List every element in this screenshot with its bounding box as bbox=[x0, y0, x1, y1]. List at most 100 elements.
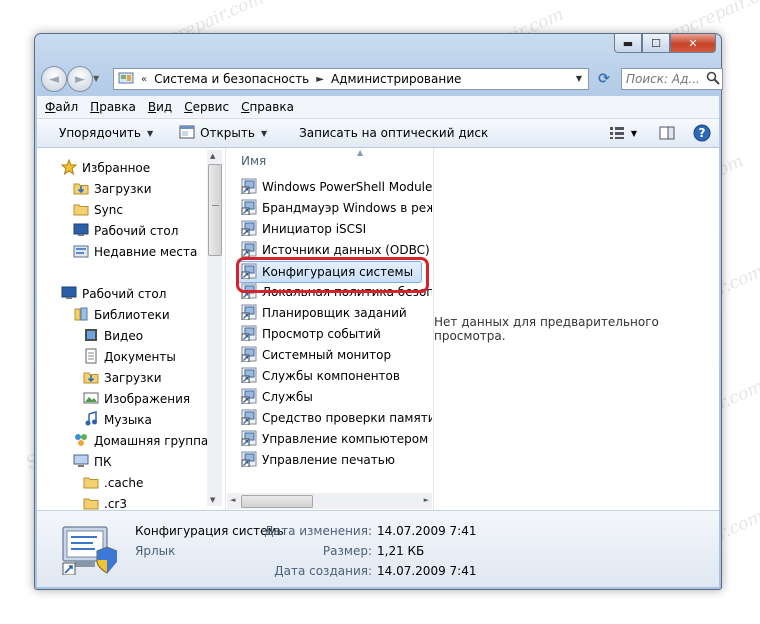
shortcut-icon bbox=[241, 451, 257, 470]
scroll-left-icon[interactable]: ◄ bbox=[230, 496, 235, 504]
nav-item-label: Документы bbox=[104, 350, 176, 364]
file-item-label: Windows PowerShell Modules bbox=[262, 180, 432, 194]
scroll-thumb[interactable] bbox=[241, 495, 313, 508]
nav-scrollbar[interactable]: ▲ ▼ bbox=[207, 150, 222, 506]
scroll-right-icon[interactable]: ► bbox=[424, 496, 429, 504]
search-input[interactable] bbox=[622, 72, 706, 86]
menu-edit[interactable]: Правка bbox=[90, 100, 136, 114]
file-item[interactable]: Просмотр событий bbox=[241, 324, 381, 344]
file-item-label: Средство проверки памяти W bbox=[262, 411, 432, 425]
computer-icon bbox=[73, 453, 89, 472]
chevron-down-icon[interactable]: ▼ bbox=[576, 74, 582, 83]
burn-button[interactable]: Записать на оптический диск bbox=[291, 119, 496, 147]
file-item[interactable]: Windows PowerShell Modules bbox=[241, 177, 432, 197]
file-list: ▲ Имя Windows PowerShell Modules Брандмау… bbox=[227, 148, 432, 510]
chevron-right-icon[interactable]: ► bbox=[316, 74, 324, 85]
maximize-button[interactable]: ☐ bbox=[642, 34, 670, 53]
file-item-label: Источники данных (ODBC) bbox=[262, 243, 430, 257]
file-item[interactable]: Службы компонентов bbox=[241, 366, 400, 386]
nav-item-label: Рабочий стол bbox=[82, 287, 167, 301]
shortcut-icon bbox=[241, 346, 257, 365]
file-item[interactable]: Планировщик заданий bbox=[241, 303, 407, 323]
forward-button[interactable]: ► bbox=[67, 66, 93, 92]
nav-item[interactable]: Библиотеки bbox=[73, 305, 170, 325]
nav-item-label: Загрузки bbox=[94, 182, 152, 196]
nav-item-label: .cr3 bbox=[104, 497, 127, 511]
organize-button[interactable]: Упорядочить ▼ bbox=[37, 119, 161, 147]
nav-item-label: Загрузки bbox=[104, 371, 162, 385]
refresh-icon[interactable]: ⟳ bbox=[593, 68, 615, 90]
help-icon[interactable]: ? bbox=[693, 124, 711, 142]
menu-view[interactable]: Вид bbox=[148, 100, 172, 114]
nav-item[interactable]: ПК bbox=[73, 452, 112, 472]
toolbar-right: ▼ ? bbox=[597, 119, 711, 147]
search-box[interactable] bbox=[621, 68, 723, 90]
file-item[interactable]: Управление печатью bbox=[241, 450, 395, 470]
file-item[interactable]: Средство проверки памяти W bbox=[241, 408, 432, 428]
scroll-thumb[interactable] bbox=[208, 164, 222, 256]
documents-icon bbox=[83, 348, 99, 367]
folder-icon bbox=[83, 474, 99, 493]
shortcut-icon bbox=[241, 178, 257, 197]
shortcut-icon bbox=[241, 430, 257, 449]
libraries-icon bbox=[73, 306, 89, 325]
column-header-name[interactable]: Имя bbox=[241, 154, 266, 168]
nav-item[interactable]: Избранное bbox=[60, 158, 150, 178]
menu-help[interactable]: Справка bbox=[241, 100, 294, 114]
menu-file[interactable]: Файл bbox=[45, 100, 78, 114]
view-options-icon[interactable] bbox=[609, 126, 625, 140]
nav-item[interactable]: Документы bbox=[83, 347, 176, 367]
nav-item[interactable]: Недавние места bbox=[73, 242, 197, 262]
nav-item[interactable]: Sync bbox=[73, 200, 123, 220]
nav-item-label: Недавние места bbox=[94, 245, 198, 259]
pane-splitter[interactable] bbox=[225, 148, 226, 510]
navigation-pane: Избранное Загрузки Sync Рабочий стол Недавни… bbox=[37, 148, 221, 511]
open-button[interactable]: Открыть ▼ bbox=[171, 119, 275, 147]
chevron-down-icon[interactable]: ▼ bbox=[631, 129, 637, 138]
downloads-folder-icon bbox=[83, 369, 99, 388]
video-icon bbox=[83, 327, 99, 346]
file-item[interactable]: Службы bbox=[241, 387, 313, 407]
details-created-label: Дата создания: bbox=[274, 564, 372, 578]
nav-item[interactable]: Загрузки bbox=[83, 368, 162, 388]
details-pane: Конфигурация системы Ярлык Дата изменени… bbox=[37, 510, 719, 587]
nav-item[interactable]: Видео bbox=[83, 326, 143, 346]
back-button[interactable]: ◄ bbox=[41, 66, 67, 92]
file-item-label: Планировщик заданий bbox=[262, 306, 407, 320]
file-item-label: Службы компонентов bbox=[262, 369, 400, 383]
shortcut-icon bbox=[241, 388, 257, 407]
file-list-scrollbar[interactable]: ◄ ► bbox=[227, 493, 432, 509]
scroll-down-icon[interactable]: ▼ bbox=[210, 496, 215, 504]
nav-item-label: Домашняя группа bbox=[94, 434, 209, 448]
nav-item[interactable]: Рабочий стол bbox=[73, 221, 178, 241]
file-item[interactable]: Инициатор iSCSI bbox=[241, 219, 366, 239]
file-item-label: Управление компьютером bbox=[262, 432, 429, 446]
breadcrumb-system-security[interactable]: Система и безопасность bbox=[154, 69, 309, 89]
nav-item[interactable]: Изображения bbox=[83, 389, 190, 409]
search-icon[interactable] bbox=[706, 71, 720, 88]
selection-highlight-annotation bbox=[236, 257, 429, 293]
close-button[interactable]: ✕ bbox=[670, 34, 716, 53]
file-item[interactable]: Брандмауэр Windows в режим bbox=[241, 198, 432, 218]
nav-item-label: Рабочий стол bbox=[94, 224, 179, 238]
breadcrumb-administration[interactable]: Администрирование bbox=[331, 69, 461, 89]
scroll-up-icon[interactable]: ▲ bbox=[210, 152, 215, 160]
nav-item[interactable]: Домашняя группа bbox=[73, 431, 208, 451]
navigation-bar: ◄ ► ▼ « Система и безопасность ► Админис… bbox=[41, 66, 723, 92]
nav-item-label: .cache bbox=[104, 476, 144, 490]
nav-item[interactable]: .cache bbox=[83, 473, 143, 493]
file-item[interactable]: Системный монитор bbox=[241, 345, 391, 365]
preview-pane-icon[interactable] bbox=[659, 126, 675, 140]
minimize-button[interactable]: ▬ bbox=[614, 34, 642, 53]
details-size-label: Размер: bbox=[322, 544, 372, 558]
chevron-down-icon: ▼ bbox=[146, 128, 154, 138]
recent-pages-dropdown[interactable]: ▼ bbox=[93, 74, 99, 83]
explorer-window: ▬ ☐ ✕ ◄ ► ▼ « Система и безопасность ► А… bbox=[34, 33, 723, 590]
nav-item[interactable]: Загрузки bbox=[73, 179, 152, 199]
address-bar[interactable]: « Система и безопасность ► Администриров… bbox=[113, 68, 589, 90]
file-item[interactable]: Управление компьютером bbox=[241, 429, 428, 449]
nav-item[interactable]: Рабочий стол bbox=[61, 284, 166, 304]
nav-item[interactable]: Музыка bbox=[83, 410, 152, 430]
open-label: Открыть bbox=[200, 126, 255, 140]
menu-tools[interactable]: Сервис bbox=[184, 100, 229, 114]
